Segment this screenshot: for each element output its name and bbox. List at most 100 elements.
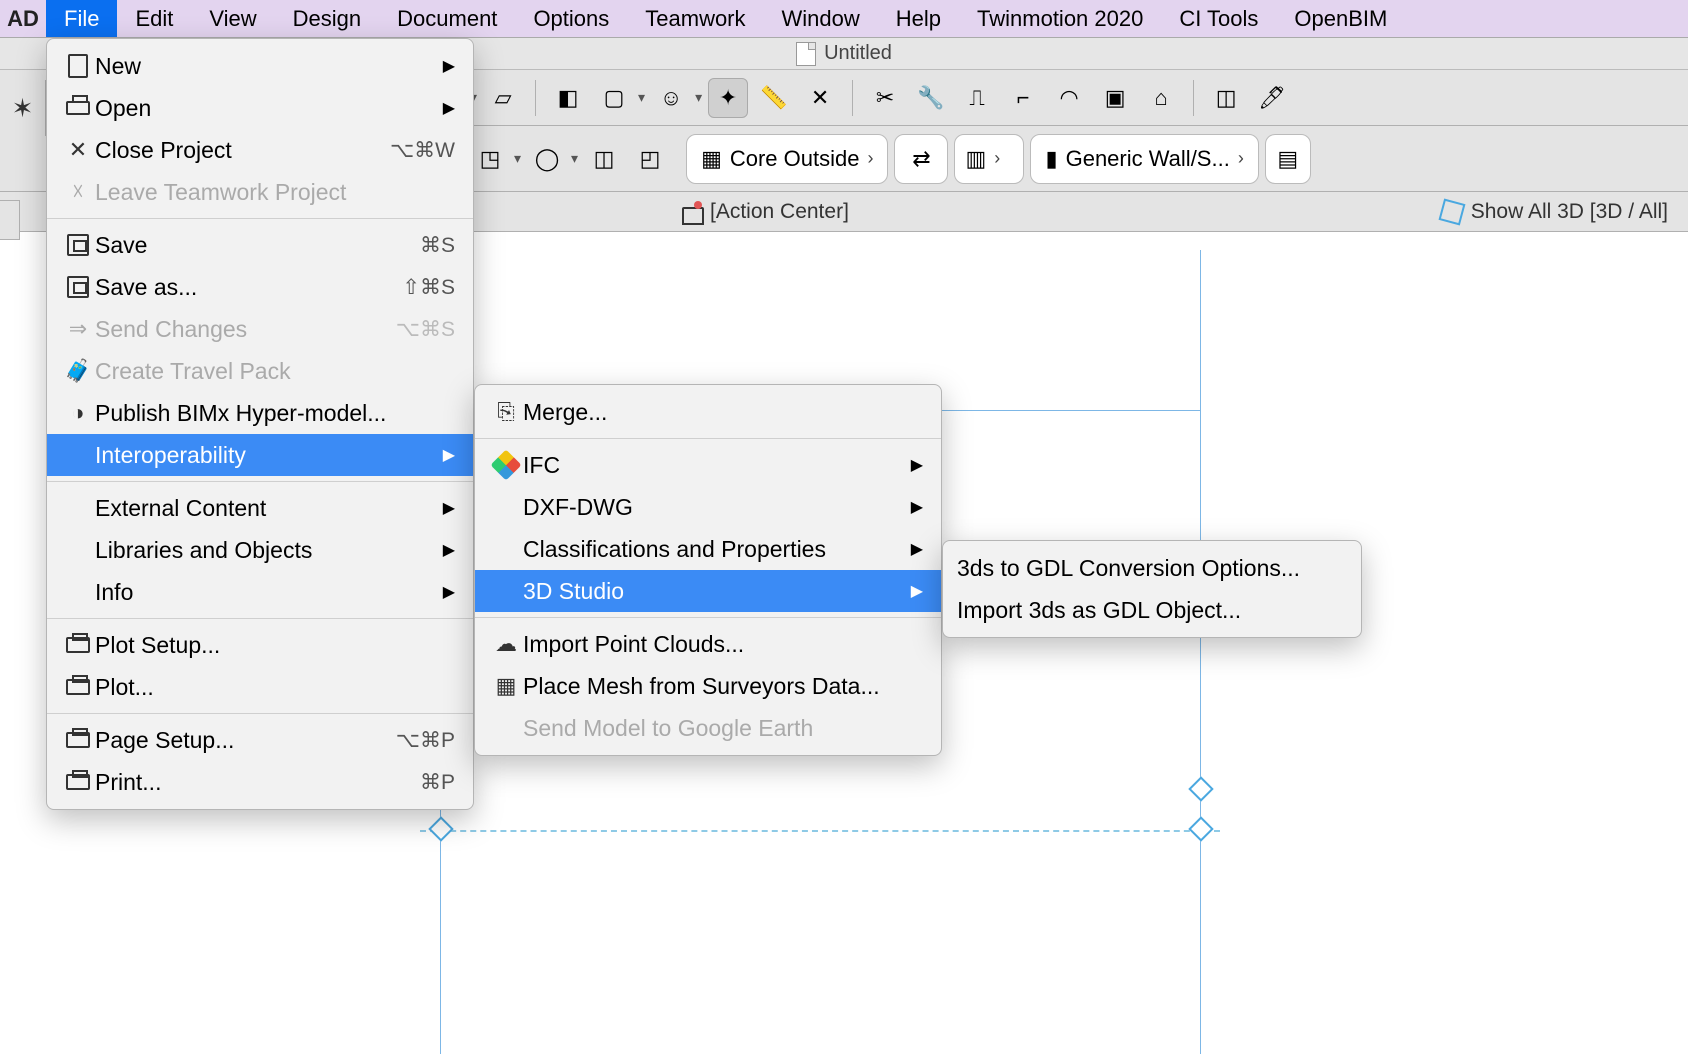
wall-type-label: Generic Wall/S... [1066,146,1230,172]
tb-geom-4[interactable]: ◰ [630,139,670,179]
file-external-content[interactable]: External Content▶ [47,487,473,529]
file-publish-bimx[interactable]: ◑Publish BIMx Hyper-model... [47,392,473,434]
file-page-setup[interactable]: Page Setup...⌥⌘P [47,719,473,761]
interop-place-mesh[interactable]: ▦Place Mesh from Surveyors Data... [475,665,941,707]
tb-icon-plane[interactable]: ▱ [483,78,523,118]
guide-dashed [420,830,1220,832]
menubar: AD File Edit View Design Document Option… [0,0,1688,38]
tb-geom-1[interactable]: ◳▾ [470,139,521,179]
file-new[interactable]: New▶ [47,45,473,87]
menu-view[interactable]: View [191,0,274,37]
mesh-icon: ▦ [489,673,523,699]
action-center[interactable]: [Action Center] [520,199,849,225]
tb-geom-2[interactable]: ◯▾ [527,139,578,179]
tb-icon-box: ▢ [594,78,634,118]
menu-edit[interactable]: Edit [117,0,191,37]
tb-icon-wrench[interactable]: 🔧 [911,78,951,118]
tb-icon-roof[interactable]: ⌂ [1141,78,1181,118]
wall-type-button[interactable]: ▮ Generic Wall/S... › [1030,134,1258,184]
node-handle[interactable] [1188,776,1213,801]
file-libraries[interactable]: Libraries and Objects▶ [47,529,473,571]
file-plot[interactable]: Plot... [47,666,473,708]
cylinder-icon: ◯ [527,139,567,179]
show-3d-label: Show All 3D [3D / All] [1471,200,1668,224]
tb-geom-3[interactable]: ◫ [584,139,624,179]
node-handle[interactable] [1188,816,1213,841]
studio-import-3ds[interactable]: Import 3ds as GDL Object... [943,589,1361,631]
merge-icon: ⎘ [489,399,523,425]
new-icon [68,54,88,78]
show-3d[interactable]: Show All 3D [3D / All] [1441,200,1688,224]
menu-file[interactable]: File [46,0,117,37]
tb-dd-3[interactable]: ☺▾ [651,78,702,118]
menu-help[interactable]: Help [878,0,959,37]
tb-icon-align[interactable]: ⎍ [957,78,997,118]
interop-ifc[interactable]: IFC▶ [475,444,941,486]
interop-menu: ⎘Merge... IFC▶ DXF-DWG▶ Classifications … [474,384,942,756]
menu-teamwork[interactable]: Teamwork [627,0,763,37]
tb-icon-corner[interactable]: ⌐ [1003,78,1043,118]
tb-icon-person: ☺ [651,78,691,118]
menu-openbim[interactable]: OpenBIM [1276,0,1405,37]
file-close-project[interactable]: ✕Close Project⌥⌘W [47,129,473,171]
tb-sep [1193,80,1194,116]
tb-icon-cut[interactable]: ✂ [865,78,905,118]
pack-icon: 🧳 [61,358,95,384]
menu-window[interactable]: Window [764,0,878,37]
lighthouse-icon [680,199,702,225]
left-tool-slot[interactable]: ✶ [0,80,46,136]
tb-icon-snap[interactable]: ✦ [708,78,748,118]
document-icon [796,42,816,66]
plotsetup-icon [66,637,90,653]
pagesetup-icon [66,732,90,748]
file-interoperability[interactable]: Interoperability▶ [47,434,473,476]
file-travel-pack: 🧳Create Travel Pack [47,350,473,392]
more-button[interactable]: ▤ [1265,134,1311,184]
file-plot-setup[interactable]: Plot Setup... [47,624,473,666]
file-menu: New▶ Open▶ ✕Close Project⌥⌘W ☓Leave Team… [46,38,474,810]
menu-options[interactable]: Options [515,0,627,37]
app-logo: AD [0,0,46,37]
bimx-icon: ◑ [61,400,95,426]
tb-dd-2[interactable]: ▢▾ [594,78,645,118]
core-outside-button[interactable]: ▦ Core Outside › [686,134,888,184]
menu-design[interactable]: Design [275,0,379,37]
file-send-changes: ⇒Send Changes⌥⌘S [47,308,473,350]
ifc-icon [490,449,521,480]
profile-button[interactable]: ▥ › [954,134,1024,184]
cube3d-icon [1438,198,1465,225]
tb-icon-brush[interactable]: 🖊 [1252,78,1292,118]
tb-icon-layer[interactable]: ◧ [548,78,588,118]
file-print[interactable]: Print...⌘P [47,761,473,803]
file-leave-teamwork: ☓Leave Teamwork Project [47,171,473,213]
print-icon [66,774,90,790]
menu-citools[interactable]: CI Tools [1161,0,1276,37]
tb-icon-select[interactable]: ◫ [1206,78,1246,118]
interop-3d-studio[interactable]: 3D Studio▶ [475,570,941,612]
wall-icon: ▮ [1045,146,1057,172]
node-handle[interactable] [428,816,453,841]
file-open[interactable]: Open▶ [47,87,473,129]
tb-sep [852,80,853,116]
studio-menu: 3ds to GDL Conversion Options... Import … [942,540,1362,638]
saveas-icon [67,276,89,298]
tb-icon-frame[interactable]: ▣ [1095,78,1135,118]
interop-merge[interactable]: ⎘Merge... [475,391,941,433]
studio-3ds-options[interactable]: 3ds to GDL Conversion Options... [943,547,1361,589]
menu-document[interactable]: Document [379,0,515,37]
tb-icon-arc[interactable]: ◠ [1049,78,1089,118]
tb-sep [535,80,536,116]
interop-point-clouds[interactable]: ☁Import Point Clouds... [475,623,941,665]
chevron-right-icon: › [867,148,873,169]
flip-button[interactable]: ⇄ [894,134,948,184]
menu-twinmotion[interactable]: Twinmotion 2020 [959,0,1161,37]
file-save[interactable]: Save⌘S [47,224,473,266]
file-save-as[interactable]: Save as...⇧⌘S [47,266,473,308]
tb-icon-ruler[interactable]: 📏 [754,78,794,118]
interop-classifications[interactable]: Classifications and Properties▶ [475,528,941,570]
interop-dxf-dwg[interactable]: DXF-DWG▶ [475,486,941,528]
tb-icon-target[interactable]: ✕ [800,78,840,118]
file-info[interactable]: Info▶ [47,571,473,613]
document-title: Untitled [824,42,892,65]
side-tab[interactable] [0,200,20,240]
